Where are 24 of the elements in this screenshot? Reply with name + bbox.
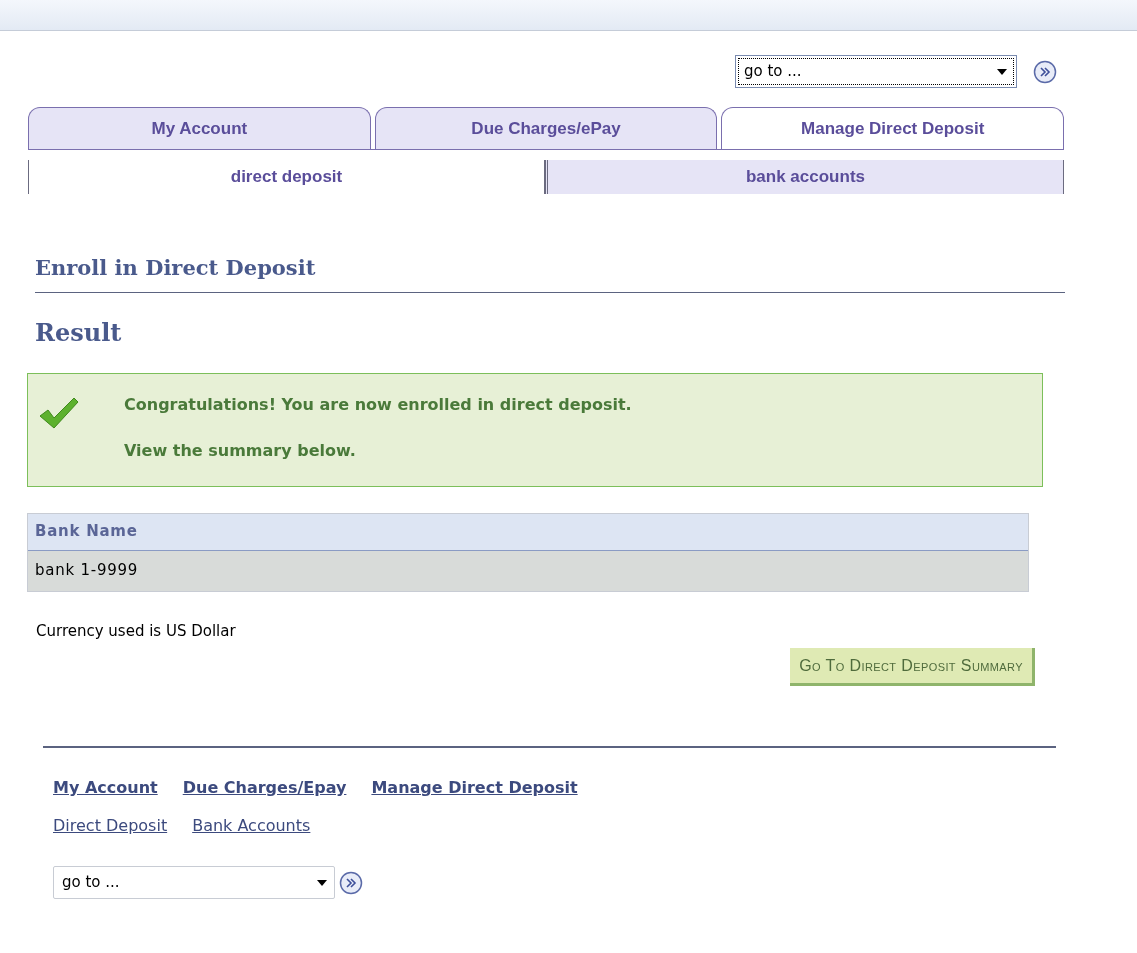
goto-dropdown[interactable]: go to ... [53, 866, 335, 899]
summary-button[interactable]: Go To Direct Deposit Summary [790, 648, 1035, 686]
message-text: Congratulations! You are now enrolled in direct deposit. [124, 393, 632, 416]
footer-link[interactable]: Due Charges/Epay [182, 776, 347, 800]
section-title: Result [35, 316, 123, 349]
table-cell: bank 1-9999 [28, 550, 1028, 591]
footer-link[interactable]: Direct Deposit [53, 814, 168, 838]
caret-icon [996, 67, 1008, 76]
sub-tab[interactable]: direct deposit [28, 160, 545, 194]
message-text: View the summary below. [124, 439, 357, 462]
footer-link[interactable]: Bank Accounts [192, 814, 311, 838]
currency-note: Currency used is US Dollar [36, 620, 237, 642]
footer-link[interactable]: Manage Direct Deposit [371, 776, 578, 800]
go-button-icon[interactable] [339, 870, 363, 895]
page-title: Enroll in Direct Deposit [35, 254, 317, 282]
footer-link[interactable]: My Account [53, 776, 158, 800]
goto-dropdown[interactable]: go to ... [735, 55, 1017, 88]
column-header: Bank Name [28, 513, 1028, 551]
tab[interactable]: Manage Direct Deposit [721, 107, 1064, 149]
tab[interactable]: Due Charges/ePay [374, 107, 718, 149]
caret-icon [316, 878, 328, 887]
go-button-icon[interactable] [1033, 59, 1057, 84]
sub-tab[interactable]: bank accounts [545, 160, 1064, 194]
tab[interactable]: My Account [28, 107, 371, 149]
